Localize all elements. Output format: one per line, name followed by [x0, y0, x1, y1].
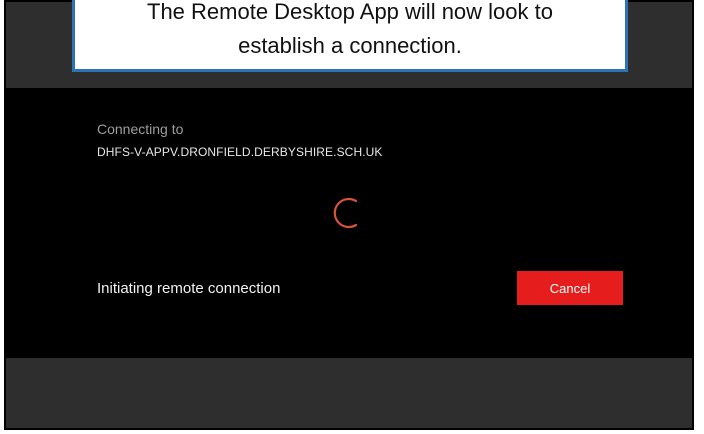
- instruction-callout: The Remote Desktop App will now look to …: [72, 0, 628, 72]
- host-name: DHFS-V-APPV.DRONFIELD.DERBYSHIRE.SCH.UK: [97, 145, 383, 159]
- connection-dialog: Connecting to DHFS-V-APPV.DRONFIELD.DERB…: [6, 88, 692, 358]
- status-text: Initiating remote connection: [97, 280, 281, 297]
- callout-line-2: establish a connection.: [238, 33, 462, 58]
- connecting-label: Connecting to: [97, 121, 184, 137]
- callout-line-1: The Remote Desktop App will now look to: [147, 0, 553, 24]
- bottom-band: [6, 358, 692, 428]
- loading-spinner-icon: [333, 197, 358, 229]
- cancel-button[interactable]: Cancel: [517, 271, 623, 305]
